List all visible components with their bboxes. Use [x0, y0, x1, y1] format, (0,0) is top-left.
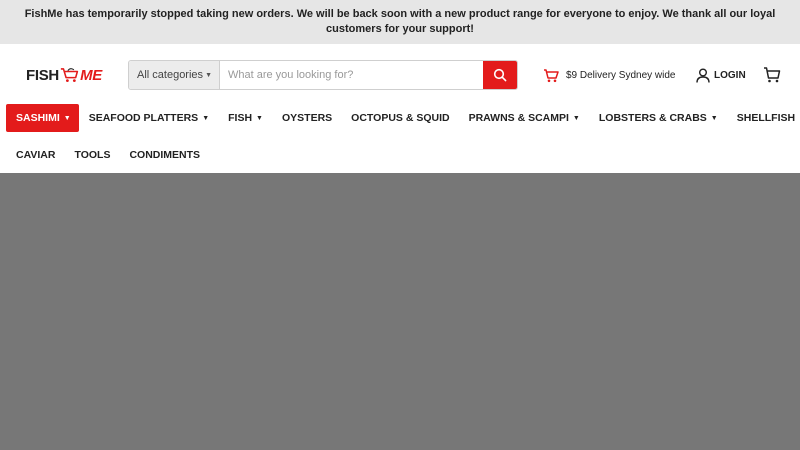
search-input[interactable]	[220, 61, 483, 89]
site-logo[interactable]: FISH ME	[26, 62, 102, 88]
delivery-cart-icon	[544, 68, 559, 82]
nav-item-prawns-scampi[interactable]: PRAWNS & SCAMPI ▼	[459, 104, 589, 132]
chevron-down-icon: ▼	[63, 114, 71, 122]
main-nav-row-2: CAVIAR TOOLS CONDIMENTS	[6, 141, 209, 169]
nav-item-label: OYSTERS	[281, 112, 333, 124]
category-select[interactable]: All categories ▼	[129, 61, 220, 89]
login-label: LOGIN	[714, 69, 746, 81]
chevron-down-icon: ▼	[256, 114, 263, 122]
delivery-info[interactable]: $9 Delivery Sydney wide	[543, 67, 676, 83]
nav-item-label: CONDIMENTS	[129, 149, 201, 161]
search-button[interactable]	[483, 61, 517, 89]
announcement-text: FishMe has temporarily stopped taking ne…	[24, 8, 776, 35]
nav-item-label: OCTOPUS & SQUID	[351, 112, 450, 124]
nav-item-tools[interactable]: TOOLS	[64, 141, 119, 169]
nav-item-caviar[interactable]: CAVIAR	[6, 141, 64, 169]
category-select-label: All categories	[137, 69, 204, 81]
nav-item-label: LOBSTERS & CRABS	[598, 112, 707, 124]
chevron-down-icon: ▼	[202, 114, 210, 122]
site-header: FISH ME All categories ▼ $9 Delivery Syd	[0, 44, 800, 173]
nav-item-seafood-platters[interactable]: SEAFOOD PLATTERS ▼	[79, 104, 218, 132]
nav-item-label: TOOLS	[74, 149, 111, 161]
nav-item-label: SASHIMI	[16, 112, 60, 124]
nav-item-label: SEAFOOD PLATTERS	[88, 112, 199, 124]
nav-item-lobsters-crabs[interactable]: LOBSTERS & CRABS ▼	[589, 104, 727, 132]
nav-item-label: SHELLFISH	[736, 112, 796, 124]
nav-item-shellfish[interactable]: SHELLFISH	[727, 104, 800, 132]
logo-text-right: ME	[80, 66, 102, 84]
nav-item-octopus-squid[interactable]: OCTOPUS & SQUID	[341, 104, 458, 132]
logo-text-left: FISH	[26, 66, 59, 84]
nav-item-sashimi[interactable]: SASHIMI ▼	[6, 104, 79, 132]
nav-item-condiments[interactable]: CONDIMENTS	[119, 141, 209, 169]
user-icon	[696, 68, 710, 83]
nav-item-oysters[interactable]: OYSTERS	[272, 104, 341, 132]
nav-item-label: CAVIAR	[16, 149, 56, 161]
shopping-cart-icon	[60, 68, 79, 83]
chevron-down-icon: ▼	[710, 114, 718, 122]
nav-item-label: FISH	[228, 112, 253, 124]
nav-item-fish[interactable]: FISH ▼	[218, 104, 272, 132]
announcement-bar: FishMe has temporarily stopped taking ne…	[0, 0, 800, 44]
cart-icon[interactable]	[763, 66, 781, 84]
delivery-text: $9 Delivery Sydney wide	[566, 69, 676, 81]
login-link[interactable]: LOGIN	[696, 67, 746, 83]
search-icon	[493, 68, 507, 82]
nav-item-label: PRAWNS & SCAMPI	[468, 112, 569, 124]
chevron-down-icon: ▼	[572, 114, 580, 122]
main-nav-row-1: SASHIMI ▼ SEAFOOD PLATTERS ▼ FISH ▼ OYST…	[6, 104, 800, 132]
search-bar: All categories ▼	[128, 60, 518, 90]
chevron-down-icon: ▼	[205, 71, 212, 79]
page-overlay	[0, 173, 800, 450]
